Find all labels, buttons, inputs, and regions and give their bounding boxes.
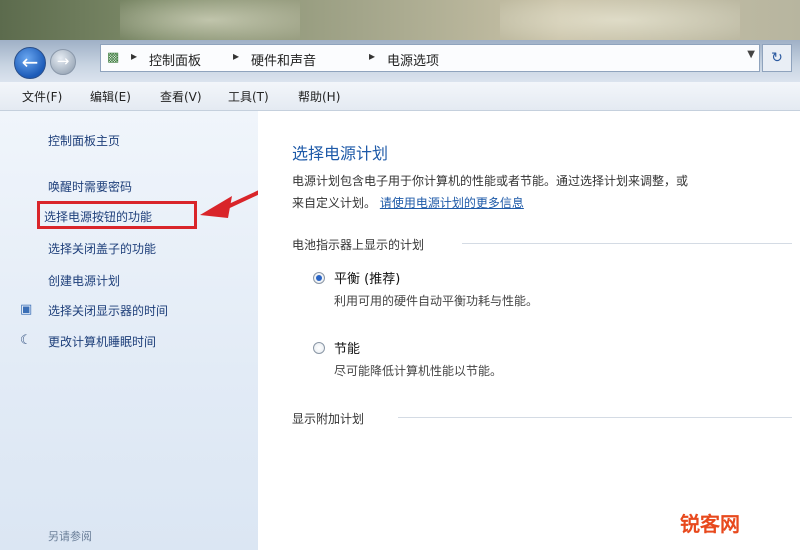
section-divider [462, 243, 792, 244]
plan-balanced-desc: 利用可用的硬件自动平衡功耗与性能。 [334, 294, 539, 308]
watermark-logo: 锐客网 [680, 512, 740, 536]
section-preferred-plans: 电池指示器上显示的计划 [292, 238, 425, 252]
plan-power-saver-desc: 尽可能降低计算机性能以节能。 [334, 364, 503, 378]
description-text-1: 电源计划包含电子用于你计算机的性能或者节能。通过选择计划来调整，或 [292, 174, 689, 188]
power-plan-info-link[interactable]: 请使用电源计划的更多信息 [380, 196, 524, 210]
page-description: 电源计划包含电子用于你计算机的性能或者节能。通过选择计划来调整，或 来自定义计划… [292, 170, 792, 214]
plan-balanced-name[interactable]: 平衡 (推荐) [334, 268, 400, 287]
plan-power-saver-name[interactable]: 节能 [334, 338, 360, 357]
page-title: 选择电源计划 [292, 144, 389, 163]
description-text-2: 来自定义计划。 [292, 196, 377, 210]
plan-balanced-radio[interactable] [313, 272, 325, 284]
show-additional-plans-toggle[interactable]: 显示附加计划 [292, 410, 364, 427]
section-divider [398, 417, 792, 418]
plan-power-saver-radio[interactable] [313, 342, 325, 354]
